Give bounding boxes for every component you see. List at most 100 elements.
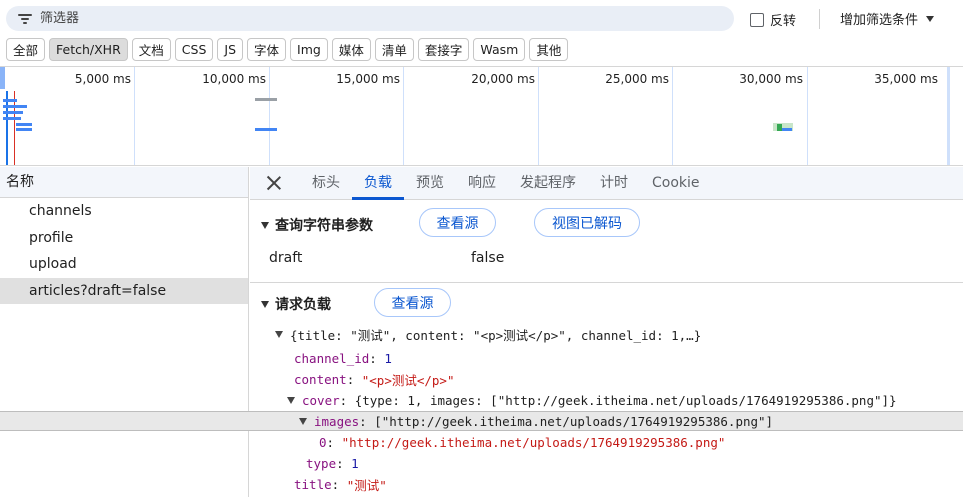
request-row-upload[interactable]: upload	[0, 251, 248, 278]
timeline-gridline	[672, 67, 673, 165]
json-value: ["http://geek.itheima.net/uploads/176491…	[374, 413, 774, 429]
tick-label: 10,000 ms	[202, 72, 266, 86]
toolbar-divider	[819, 9, 820, 29]
expand-triangle-icon	[261, 300, 269, 308]
tab-response[interactable]: 响应	[456, 167, 508, 200]
expand-triangle-icon	[287, 396, 295, 404]
tick-label: 5,000 ms	[74, 72, 131, 86]
query-params-header[interactable]: 查询字符串参数	[261, 215, 373, 235]
request-row-profile[interactable]: profile	[0, 225, 248, 252]
request-bar	[3, 105, 27, 108]
timeline-left-handle[interactable]	[0, 67, 5, 89]
request-payload-header[interactable]: 请求负载	[261, 294, 331, 314]
tab-cookies[interactable]: Cookie	[640, 167, 712, 200]
query-params-title: 查询字符串参数	[275, 218, 373, 234]
payload-summary: {title: "测试", content: "<p>测试</p>", chan…	[290, 327, 702, 343]
json-key: cover	[302, 392, 340, 408]
payload-field-channel-id[interactable]: channel_id: 1	[294, 348, 392, 368]
timeline-gridline	[403, 67, 404, 165]
filter-bar: 反转 增加筛选条件	[0, 0, 963, 37]
close-icon[interactable]	[265, 174, 283, 192]
json-key: title	[294, 476, 332, 492]
timeline-gridline	[269, 67, 270, 165]
tab-payload[interactable]: 负载	[352, 167, 404, 200]
json-key: channel_id	[294, 350, 370, 366]
request-bar	[255, 128, 277, 131]
payload-field-image-0[interactable]: 0: "http://geek.itheima.net/uploads/1764…	[319, 432, 725, 452]
timeline-right-handle[interactable]	[947, 67, 950, 165]
timeline-gridline	[538, 67, 539, 165]
request-bar	[16, 128, 32, 131]
request-bar	[3, 111, 23, 114]
request-payload-title: 请求负载	[275, 297, 331, 313]
chip-other[interactable]: 其他	[529, 38, 569, 61]
load-event-line	[14, 91, 15, 165]
tick-label: 20,000 ms	[471, 72, 535, 86]
add-filter-dropdown[interactable]: 增加筛选条件	[840, 9, 935, 28]
json-value: {type: 1, images: ["http://geek.itheima.…	[354, 392, 897, 408]
filter-input[interactable]	[40, 11, 640, 26]
payload-view-source-button[interactable]: 查看源	[374, 288, 451, 317]
request-bar	[16, 123, 32, 126]
json-key: type	[306, 455, 337, 471]
chip-img[interactable]: Img	[290, 38, 328, 61]
chip-font[interactable]: 字体	[247, 38, 287, 61]
chip-css[interactable]: CSS	[174, 38, 214, 61]
payload-field-cover[interactable]: cover: {type: 1, images: ["http://geek.i…	[287, 390, 897, 410]
json-value: "测试"	[346, 477, 387, 493]
json-value: "<p>测试</p>"	[361, 372, 455, 388]
dom-content-loaded-line	[6, 91, 8, 165]
json-value: 1	[351, 455, 359, 471]
payload-field-title[interactable]: title: "测试"	[294, 474, 387, 494]
name-column-header[interactable]: 名称	[0, 167, 248, 198]
query-param-key: draft	[269, 250, 303, 266]
tick-label: 25,000 ms	[605, 72, 669, 86]
view-source-button[interactable]: 查看源	[419, 208, 496, 237]
filter-input-wrapper[interactable]	[6, 6, 734, 31]
view-decoded-button[interactable]: 视图已解码	[534, 208, 640, 237]
request-row-channels[interactable]: channels	[0, 198, 248, 225]
expand-triangle-icon	[299, 417, 307, 425]
timeline-gridline	[807, 67, 808, 165]
payload-field-images[interactable]: images: ["http://geek.itheima.net/upload…	[299, 411, 773, 431]
chip-fetch-xhr[interactable]: Fetch/XHR	[49, 38, 128, 61]
request-row-articles[interactable]: articles?draft=false	[0, 277, 248, 304]
request-list: 名称 channels profile upload articles?draf…	[0, 167, 249, 497]
network-timeline-overview[interactable]: 5,000 ms 10,000 ms 15,000 ms 20,000 ms 2…	[0, 66, 963, 166]
tab-preview[interactable]: 预览	[404, 167, 456, 200]
expand-triangle-icon	[275, 330, 283, 338]
payload-field-type[interactable]: type: 1	[306, 453, 359, 473]
chevron-down-icon	[926, 15, 935, 22]
tick-label: 35,000 ms	[874, 72, 938, 86]
chip-doc[interactable]: 文档	[131, 38, 171, 61]
json-key: 0	[319, 434, 327, 450]
filter-icon	[18, 13, 32, 24]
chip-wasm[interactable]: Wasm	[473, 38, 526, 61]
chip-manifest[interactable]: 清单	[374, 38, 414, 61]
tab-initiator[interactable]: 发起程序	[508, 167, 588, 200]
add-filter-label: 增加筛选条件	[840, 13, 919, 28]
section-divider	[250, 282, 963, 283]
json-value: "http://geek.itheima.net/uploads/1764919…	[341, 434, 726, 450]
chip-all[interactable]: 全部	[6, 38, 46, 61]
chip-media[interactable]: 媒体	[331, 38, 371, 61]
expand-triangle-icon	[261, 221, 269, 229]
request-bar	[782, 128, 792, 131]
tick-label: 15,000 ms	[336, 72, 400, 86]
tab-headers[interactable]: 标头	[300, 167, 352, 200]
invert-checkbox[interactable]	[750, 12, 764, 27]
chip-js[interactable]: JS	[217, 38, 244, 61]
chip-socket[interactable]: 套接字	[417, 38, 470, 61]
payload-field-content[interactable]: content: "<p>测试</p>"	[294, 369, 454, 389]
query-param-value: false	[471, 250, 505, 266]
request-bar	[255, 98, 277, 101]
invert-toggle[interactable]: 反转	[750, 10, 796, 29]
request-bar	[3, 117, 21, 120]
request-bar	[3, 99, 17, 102]
json-key: images	[314, 413, 360, 429]
json-value: 1	[384, 350, 392, 366]
timeline-gridline	[134, 67, 135, 165]
invert-label: 反转	[770, 14, 797, 29]
payload-root-node[interactable]: {title: "测试", content: "<p>测试</p>", chan…	[275, 324, 701, 344]
tab-timing[interactable]: 计时	[588, 167, 640, 200]
